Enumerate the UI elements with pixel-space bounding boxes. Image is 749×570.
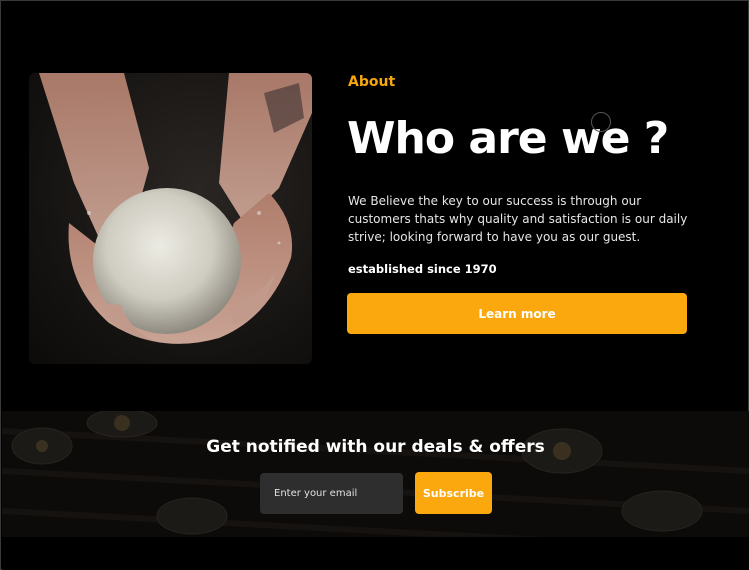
email-input[interactable] bbox=[260, 473, 403, 514]
newsletter-title: Get notified with our deals & offers bbox=[206, 437, 545, 457]
dough-photo bbox=[29, 73, 312, 364]
about-description: We Believe the key to our success is thr… bbox=[348, 194, 688, 244]
section-label: About bbox=[348, 74, 396, 90]
cursor-ring-icon bbox=[591, 112, 611, 132]
established-text: established since 1970 bbox=[348, 262, 497, 276]
footer-strip bbox=[2, 537, 749, 570]
learn-more-button[interactable]: Learn more bbox=[347, 293, 687, 334]
newsletter-section: Get notified with our deals & offers Sub… bbox=[2, 411, 749, 537]
page-title: Who are we ? bbox=[347, 113, 669, 164]
hands-holding-dough-illustration bbox=[39, 73, 312, 344]
page-frame: About Who are we ? We Believe the key to… bbox=[0, 0, 749, 570]
about-section: About Who are we ? We Believe the key to… bbox=[1, 1, 749, 411]
subscribe-button[interactable]: Subscribe bbox=[415, 472, 492, 514]
